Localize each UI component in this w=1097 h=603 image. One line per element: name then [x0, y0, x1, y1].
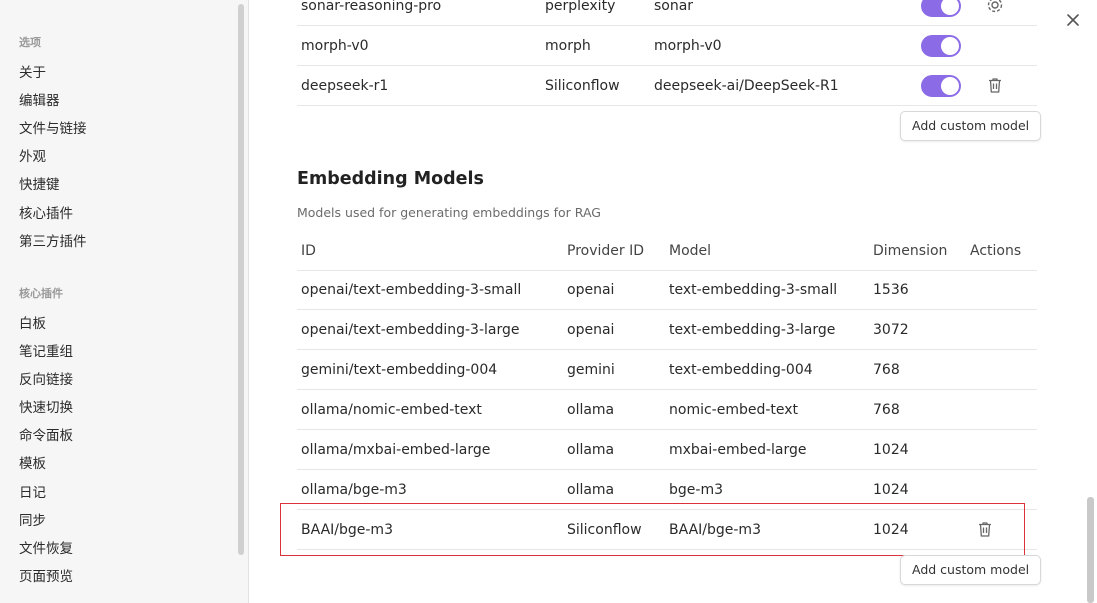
- model-name: sonar: [654, 0, 694, 14]
- model-id: sonar-reasoning-pro: [301, 0, 442, 14]
- sidebar-item-note-composer[interactable]: 笔记重组: [19, 340, 73, 360]
- sidebar-item-page-preview[interactable]: 页面预览: [19, 565, 73, 585]
- sidebar-scrollbar[interactable]: [238, 4, 244, 555]
- provider-id: openai: [567, 282, 615, 298]
- header-dimension: Dimension: [873, 243, 948, 259]
- sidebar-item-command-palette[interactable]: 命令面板: [19, 424, 73, 444]
- model-name: mxbai-embed-large: [669, 442, 807, 458]
- settings-sidebar: 选项 关于 编辑器 文件与链接 外观 快捷键 核心插件 第三方插件 核心插件 白…: [0, 0, 249, 603]
- model-name: nomic-embed-text: [669, 402, 799, 418]
- sidebar-item-community-plugins[interactable]: 第三方插件: [19, 230, 87, 250]
- add-custom-embedding-model-button[interactable]: Add custom model: [900, 555, 1042, 585]
- close-icon[interactable]: [1064, 11, 1082, 29]
- sidebar-item-sync[interactable]: 同步: [19, 509, 46, 529]
- sidebar-item-canvas[interactable]: 白板: [19, 312, 46, 332]
- model-id: ollama/nomic-embed-text: [301, 402, 482, 418]
- sidebar-item-backlinks[interactable]: 反向链接: [19, 368, 73, 388]
- model-name: deepseek-ai/DeepSeek-R1: [654, 78, 839, 94]
- model-id: morph-v0: [301, 38, 369, 54]
- dimension: 768: [873, 362, 900, 378]
- sidebar-item-appearance[interactable]: 外观: [19, 145, 46, 165]
- header-provider: Provider ID: [567, 243, 644, 259]
- dimension: 3072: [873, 322, 909, 338]
- sidebar-section-core-plugins: 核心插件: [19, 287, 63, 300]
- provider-id: morph: [545, 38, 591, 54]
- provider-id: perplexity: [545, 0, 616, 14]
- model-id: openai/text-embedding-3-small: [301, 282, 522, 298]
- sidebar-item-quick-switcher[interactable]: 快速切换: [19, 396, 73, 416]
- table-row: ollama/nomic-embed-text ollama nomic-emb…: [297, 390, 1037, 430]
- table-row: openai/text-embedding-3-large openai tex…: [297, 310, 1037, 350]
- dimension: 1024: [873, 442, 909, 458]
- enable-toggle[interactable]: [921, 35, 961, 57]
- highlight-box: [280, 503, 1025, 556]
- section-title: Embedding Models: [297, 169, 484, 189]
- provider-id: ollama: [567, 402, 615, 418]
- trash-icon[interactable]: [986, 76, 1006, 96]
- add-custom-chat-model-button[interactable]: Add custom model: [900, 111, 1042, 141]
- model-name: text-embedding-3-small: [669, 282, 838, 298]
- model-name: morph-v0: [654, 38, 722, 54]
- provider-id: gemini: [567, 362, 615, 378]
- sidebar-item-templates[interactable]: 模板: [19, 452, 46, 472]
- section-description: Models used for generating embeddings fo…: [297, 205, 601, 220]
- provider-id: Siliconflow: [545, 78, 620, 94]
- gear-icon[interactable]: [985, 0, 1005, 15]
- table-row: ollama/mxbai-embed-large ollama mxbai-em…: [297, 430, 1037, 470]
- sidebar-item-core-plugins[interactable]: 核心插件: [19, 202, 73, 222]
- header-actions: Actions: [970, 243, 1022, 259]
- model-name: text-embedding-3-large: [669, 322, 836, 338]
- enable-toggle[interactable]: [921, 0, 961, 17]
- sidebar-item-hotkeys[interactable]: 快捷键: [19, 173, 60, 193]
- table-row: gemini/text-embedding-004 gemini text-em…: [297, 350, 1037, 390]
- dimension: 1536: [873, 282, 909, 298]
- header-model: Model: [669, 243, 712, 259]
- provider-id: openai: [567, 322, 615, 338]
- dimension: 768: [873, 402, 900, 418]
- sidebar-item-file-recovery[interactable]: 文件恢复: [19, 537, 73, 557]
- provider-id: ollama: [567, 442, 615, 458]
- chat-model-row: sonar-reasoning-pro perplexity sonar: [297, 0, 1037, 26]
- sidebar-item-editor[interactable]: 编辑器: [19, 89, 60, 109]
- model-id: gemini/text-embedding-004: [301, 362, 498, 378]
- chat-model-row: morph-v0 morph morph-v0: [297, 26, 1037, 66]
- main-scrollbar[interactable]: [1087, 497, 1094, 603]
- model-id: openai/text-embedding-3-large: [301, 322, 520, 338]
- model-id: deepseek-r1: [301, 78, 389, 94]
- header-id: ID: [301, 243, 316, 259]
- model-id: ollama/mxbai-embed-large: [301, 442, 491, 458]
- table-header: ID Provider ID Model Dimension Actions: [297, 231, 1037, 271]
- model-name: text-embedding-004: [669, 362, 813, 378]
- sidebar-section-options: 选项: [19, 36, 41, 49]
- sidebar-item-about[interactable]: 关于: [19, 61, 46, 81]
- sidebar-item-files-links[interactable]: 文件与链接: [19, 117, 87, 137]
- sidebar-item-daily-notes[interactable]: 日记: [19, 481, 46, 501]
- table-row: openai/text-embedding-3-small openai tex…: [297, 270, 1037, 310]
- enable-toggle[interactable]: [921, 75, 961, 97]
- chat-model-row: deepseek-r1 Siliconflow deepseek-ai/Deep…: [297, 66, 1037, 106]
